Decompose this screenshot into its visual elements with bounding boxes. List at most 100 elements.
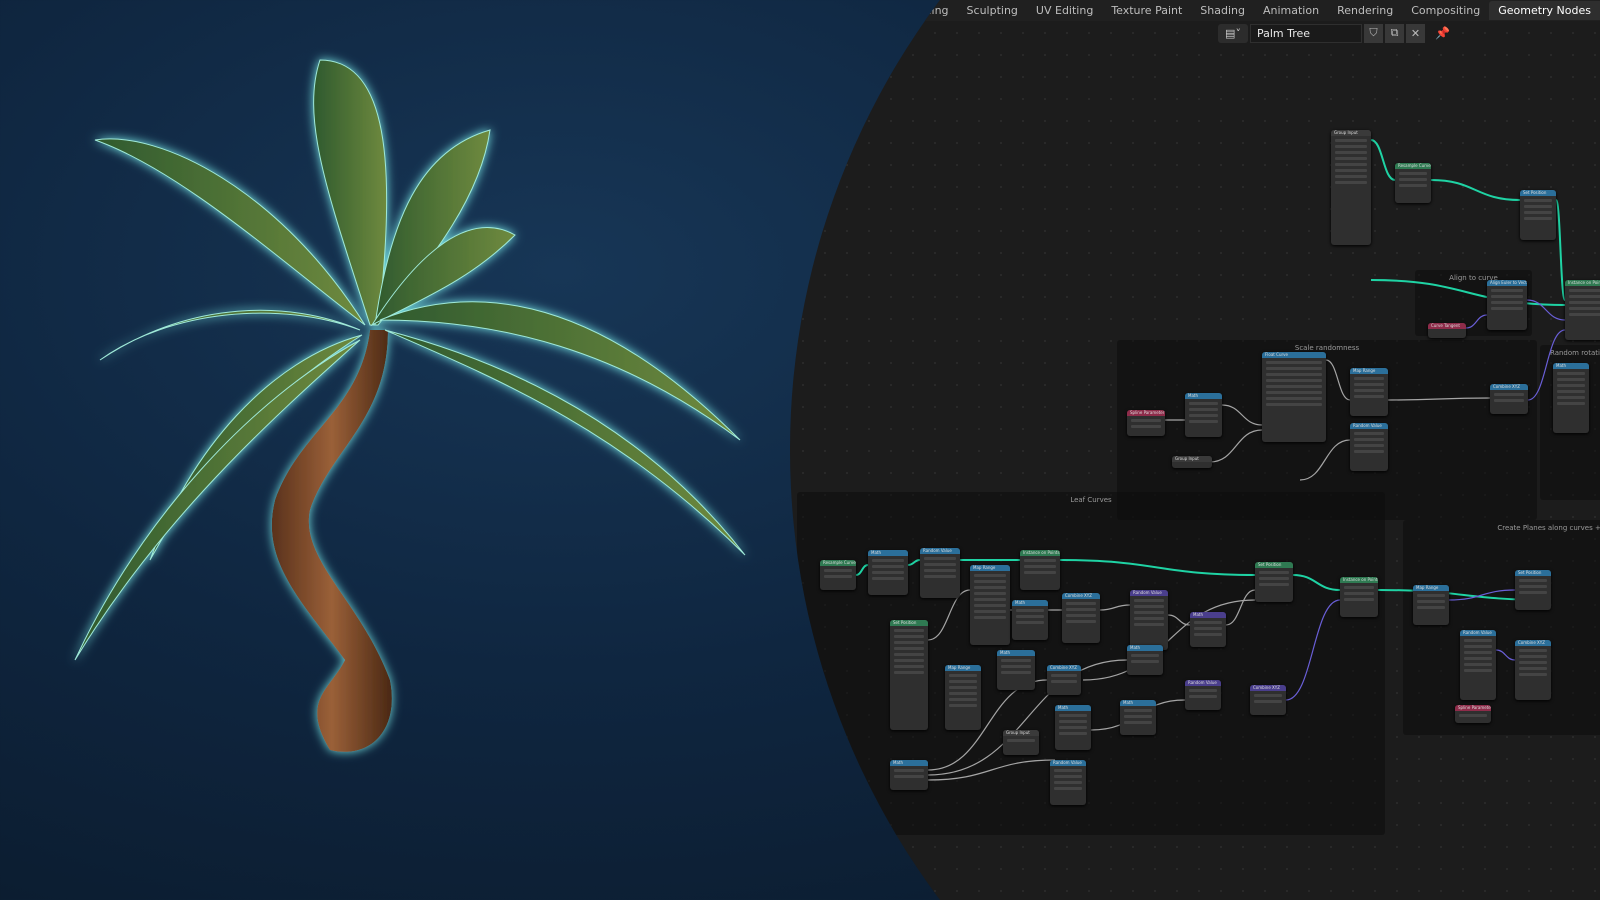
- node[interactable]: Resample Curve: [1395, 163, 1431, 203]
- node-socket-row[interactable]: [1016, 615, 1044, 618]
- node-socket-row[interactable]: [1491, 301, 1523, 304]
- node-socket-row[interactable]: [1059, 714, 1087, 717]
- node-tree-icon[interactable]: ▤˅: [1218, 24, 1248, 43]
- node-header[interactable]: Instance on Points: [1340, 577, 1378, 583]
- node-header[interactable]: Math: [1120, 700, 1156, 706]
- node-socket-row[interactable]: [1464, 669, 1492, 672]
- node-socket-row[interactable]: [1399, 178, 1427, 181]
- node-socket-row[interactable]: [1344, 592, 1374, 595]
- node[interactable]: Set Position: [890, 620, 928, 730]
- node-header[interactable]: Curve Tangent: [1428, 323, 1466, 329]
- node-socket-row[interactable]: [894, 665, 924, 668]
- node-socket-row[interactable]: [974, 586, 1006, 589]
- node[interactable]: Spline Parameter: [1127, 410, 1165, 436]
- node-socket-row[interactable]: [1259, 577, 1289, 580]
- node-header[interactable]: Math: [997, 650, 1035, 656]
- node[interactable]: Random Value: [1460, 630, 1496, 700]
- node-socket-row[interactable]: [1134, 617, 1164, 620]
- tab-geometry-nodes[interactable]: Geometry Nodes: [1489, 1, 1600, 20]
- node-socket-row[interactable]: [1417, 600, 1445, 603]
- node-socket-row[interactable]: [1051, 674, 1077, 677]
- node-header[interactable]: Resample Curve: [1395, 163, 1431, 169]
- node-socket-row[interactable]: [872, 565, 904, 568]
- node-header[interactable]: Map Range: [1413, 585, 1449, 591]
- node-header[interactable]: Set Position: [1520, 190, 1556, 196]
- node-socket-row[interactable]: [1001, 671, 1031, 674]
- node-socket-row[interactable]: [1254, 700, 1282, 703]
- node-socket-row[interactable]: [1189, 408, 1218, 411]
- node-socket-row[interactable]: [1557, 384, 1585, 387]
- tab-sculpting[interactable]: Sculpting: [958, 1, 1027, 20]
- node[interactable]: Math: [868, 550, 908, 595]
- node-socket-row[interactable]: [1494, 393, 1524, 396]
- node-socket-row[interactable]: [894, 635, 924, 638]
- node-socket-row[interactable]: [1335, 139, 1367, 142]
- node-socket-row[interactable]: [1266, 403, 1322, 406]
- node[interactable]: Resample Curve: [820, 560, 856, 590]
- node-socket-row[interactable]: [1399, 184, 1427, 187]
- node-socket-row[interactable]: [1254, 694, 1282, 697]
- node-socket-row[interactable]: [872, 571, 904, 574]
- node[interactable]: Random Value: [1130, 590, 1168, 650]
- node-socket-row[interactable]: [1024, 571, 1056, 574]
- node-header[interactable]: Combine XYZ: [1250, 685, 1286, 691]
- node-socket-row[interactable]: [824, 569, 852, 572]
- node-socket-row[interactable]: [1335, 169, 1367, 172]
- node-socket-row[interactable]: [1007, 739, 1035, 742]
- node-socket-row[interactable]: [1524, 205, 1552, 208]
- node-socket-row[interactable]: [1131, 660, 1159, 663]
- node-header[interactable]: Random Value: [1460, 630, 1496, 636]
- node[interactable]: Combine XYZ: [1047, 665, 1081, 695]
- node-socket-row[interactable]: [1001, 665, 1031, 668]
- node-socket-row[interactable]: [1524, 199, 1552, 202]
- node-header[interactable]: Combine XYZ: [1062, 593, 1100, 599]
- node-header[interactable]: Set Position: [890, 620, 928, 626]
- node-socket-row[interactable]: [1266, 373, 1322, 376]
- node-socket-row[interactable]: [1335, 145, 1367, 148]
- node-socket-row[interactable]: [1066, 602, 1096, 605]
- node-socket-row[interactable]: [1266, 397, 1322, 400]
- tab-compositing[interactable]: Compositing: [1402, 1, 1489, 20]
- node[interactable]: Combine XYZ: [1250, 685, 1286, 715]
- node-socket-row[interactable]: [1519, 661, 1547, 664]
- node-header[interactable]: Group Input: [1172, 456, 1212, 462]
- node[interactable]: Combine XYZ: [1515, 640, 1551, 700]
- node-socket-row[interactable]: [894, 641, 924, 644]
- node[interactable]: Map Range: [1350, 368, 1388, 416]
- node-socket-row[interactable]: [974, 610, 1006, 613]
- node-socket-row[interactable]: [1417, 606, 1445, 609]
- node[interactable]: Combine XYZ: [1062, 593, 1100, 643]
- node-socket-row[interactable]: [1124, 721, 1152, 724]
- node-socket-row[interactable]: [1189, 689, 1217, 692]
- node-socket-row[interactable]: [894, 671, 924, 674]
- node[interactable]: Math: [1012, 600, 1048, 640]
- node-socket-row[interactable]: [1519, 649, 1547, 652]
- tab-shading[interactable]: Shading: [1191, 1, 1254, 20]
- node-socket-row[interactable]: [1054, 769, 1082, 772]
- node-socket-row[interactable]: [1344, 598, 1374, 601]
- node-socket-row[interactable]: [1354, 395, 1384, 398]
- node[interactable]: Group Input: [1172, 456, 1212, 468]
- node-socket-row[interactable]: [949, 692, 977, 695]
- node-socket-row[interactable]: [1051, 680, 1077, 683]
- node[interactable]: Math: [1185, 393, 1222, 437]
- node-header[interactable]: Math: [1185, 393, 1222, 399]
- node-socket-row[interactable]: [1491, 295, 1523, 298]
- node-socket-row[interactable]: [1557, 378, 1585, 381]
- node[interactable]: Spline Parameter: [1455, 705, 1491, 723]
- node-socket-row[interactable]: [1491, 289, 1523, 292]
- node-socket-row[interactable]: [1354, 432, 1384, 435]
- node-socket-row[interactable]: [1131, 425, 1161, 428]
- node-socket-row[interactable]: [1519, 591, 1547, 594]
- node[interactable]: Map Range: [970, 565, 1010, 645]
- node-socket-row[interactable]: [1266, 367, 1322, 370]
- node-socket-row[interactable]: [1569, 289, 1600, 292]
- node-socket-row[interactable]: [1194, 633, 1222, 636]
- node-socket-row[interactable]: [1464, 657, 1492, 660]
- node[interactable]: Group Input: [1331, 130, 1371, 245]
- node-socket-row[interactable]: [949, 698, 977, 701]
- node-header[interactable]: Random Value: [1130, 590, 1168, 596]
- node-header[interactable]: Set Position: [1515, 570, 1551, 576]
- node-socket-row[interactable]: [1059, 720, 1087, 723]
- tab-texture-paint[interactable]: Texture Paint: [1102, 1, 1191, 20]
